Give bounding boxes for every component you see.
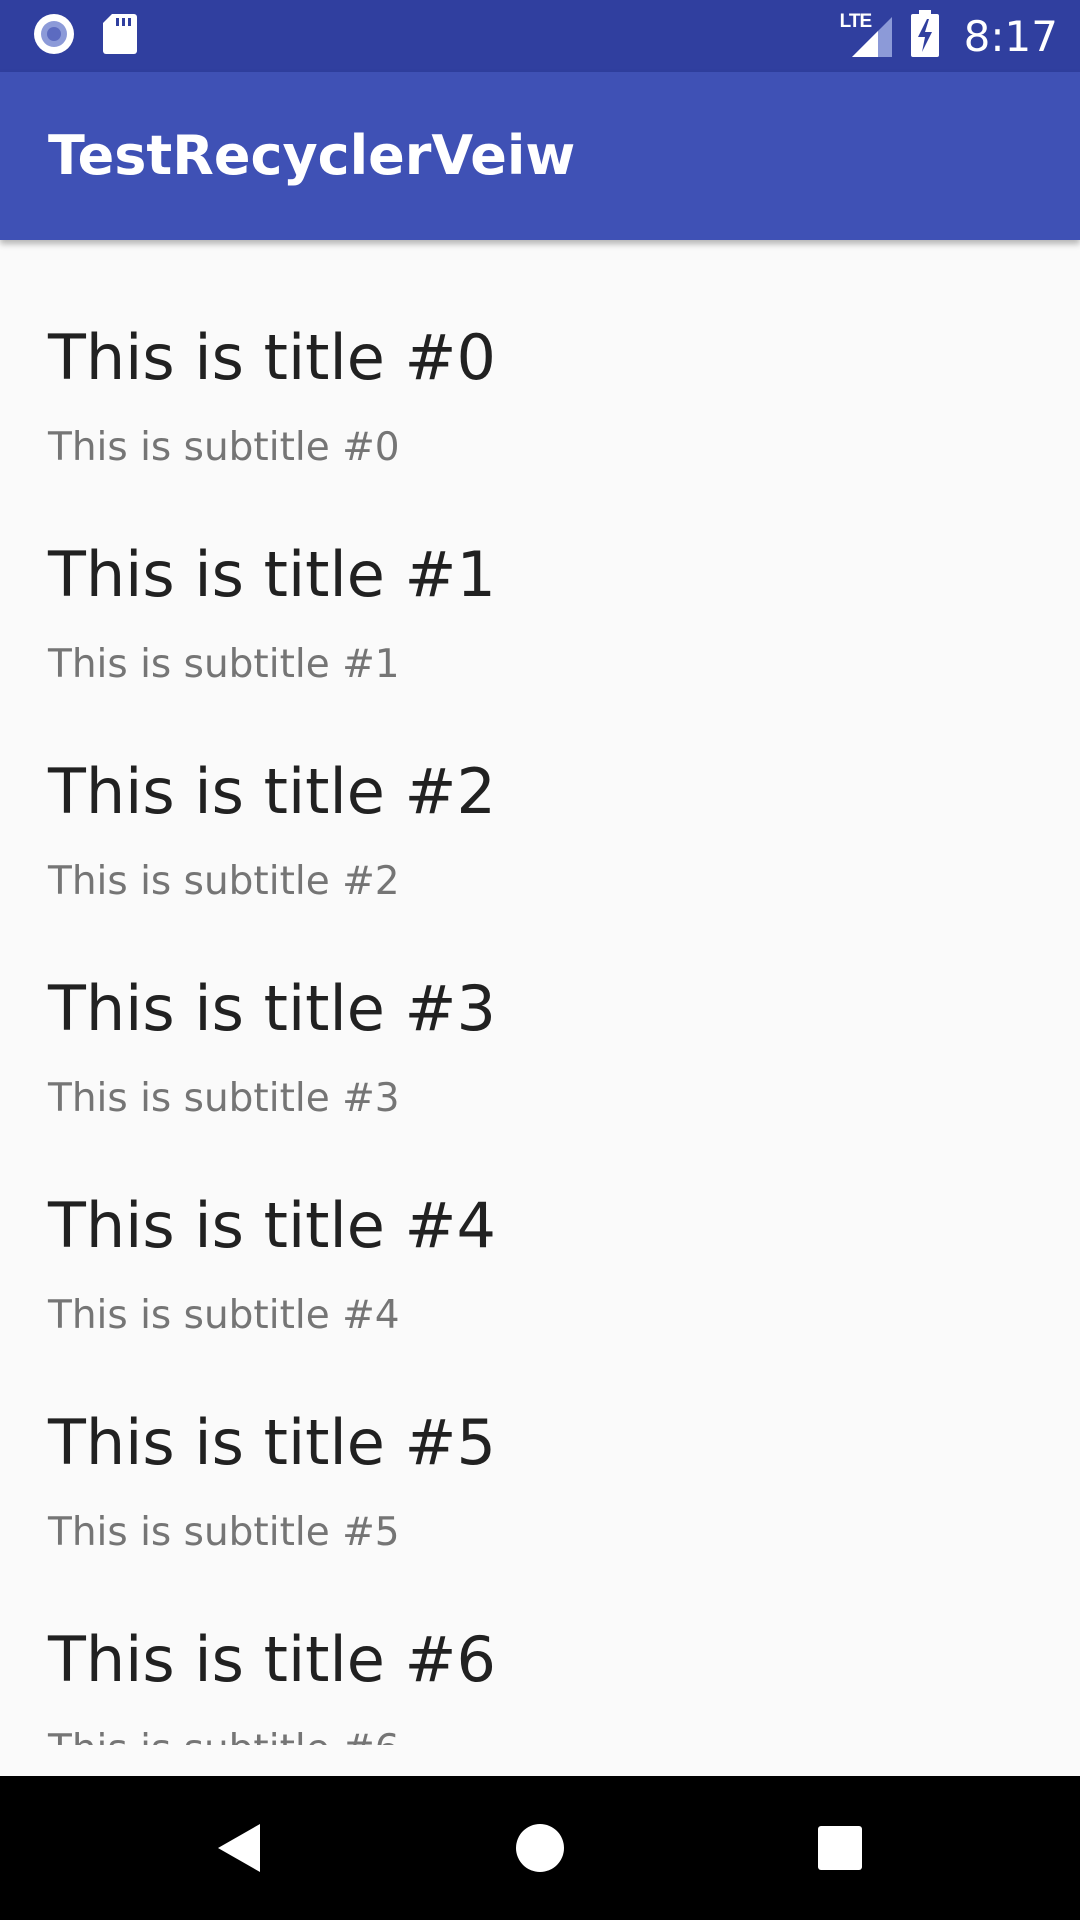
status-bar: LTE 8:17 bbox=[0, 0, 1080, 72]
recents-button[interactable] bbox=[790, 1798, 890, 1898]
status-right-icons: LTE 8:17 bbox=[840, 10, 1058, 62]
app-bar: TestRecyclerVeiw bbox=[0, 72, 1080, 240]
list-item[interactable]: This is title #3 This is subtitle #3 bbox=[48, 891, 1048, 1121]
item-title: This is title #6 bbox=[48, 1623, 496, 1696]
item-title: This is title #4 bbox=[48, 1189, 496, 1262]
back-icon bbox=[218, 1824, 260, 1872]
back-button[interactable] bbox=[190, 1798, 290, 1898]
battery-charging-icon bbox=[910, 10, 940, 62]
app-title: TestRecyclerVeiw bbox=[48, 124, 576, 187]
radio-icon bbox=[32, 12, 76, 60]
item-subtitle: This is subtitle #6 bbox=[48, 1728, 400, 1746]
item-title: This is title #1 bbox=[48, 538, 496, 611]
lte-signal-icon: LTE bbox=[840, 11, 896, 59]
status-left-icons bbox=[32, 14, 138, 58]
item-title: This is title #2 bbox=[48, 755, 496, 828]
home-button[interactable] bbox=[490, 1798, 590, 1898]
list-item[interactable]: This is title #0 This is subtitle #0 bbox=[48, 240, 1048, 470]
recents-icon bbox=[818, 1826, 862, 1870]
navigation-bar bbox=[0, 1776, 1080, 1920]
list-item[interactable]: This is title #1 This is subtitle #1 bbox=[48, 457, 1048, 687]
item-title: This is title #0 bbox=[48, 321, 496, 394]
status-time: 8:17 bbox=[963, 11, 1058, 61]
sd-card-icon bbox=[102, 12, 138, 60]
recycler-list[interactable]: This is title #0 This is subtitle #0 Thi… bbox=[0, 240, 1080, 1746]
list-item[interactable]: This is title #6 This is subtitle #6 bbox=[48, 1542, 1048, 1746]
list-item[interactable]: This is title #5 This is subtitle #5 bbox=[48, 1325, 1048, 1555]
home-icon bbox=[516, 1824, 564, 1872]
item-title: This is title #3 bbox=[48, 972, 496, 1045]
list-item[interactable]: This is title #4 This is subtitle #4 bbox=[48, 1108, 1048, 1338]
list-item[interactable]: This is title #2 This is subtitle #2 bbox=[48, 674, 1048, 904]
item-title: This is title #5 bbox=[48, 1406, 496, 1479]
